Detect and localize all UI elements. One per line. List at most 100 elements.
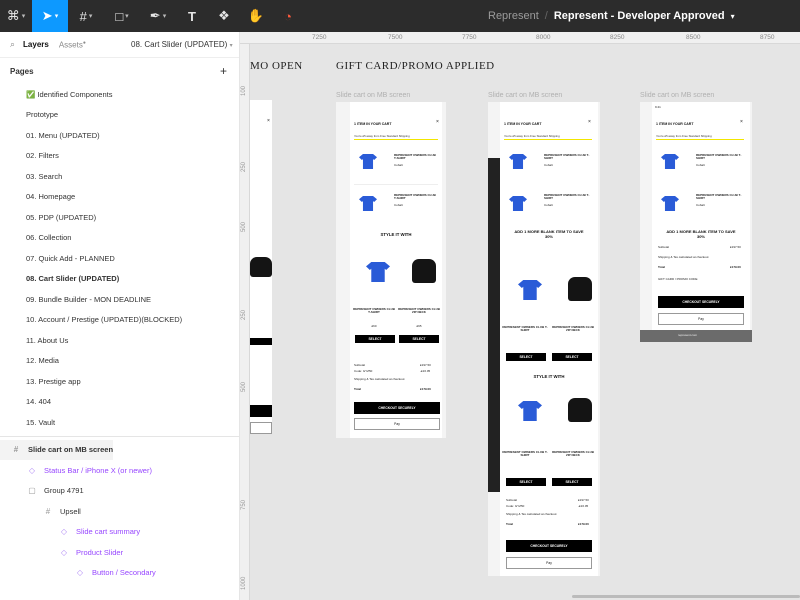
checkout-button[interactable]: CHECKOUT SECURELY: [658, 296, 744, 308]
layer-label: Group 4791: [44, 486, 84, 496]
page-item[interactable]: 08. Cart Slider (UPDATED): [0, 269, 239, 290]
product-title: REPRESENT OWNERS CLUB T-SHIRT: [544, 193, 590, 201]
page-item[interactable]: 05. PDP (UPDATED): [0, 207, 239, 228]
layer-item[interactable]: # Upsell: [0, 501, 239, 522]
promo-code-label: Code: GYZ50: [354, 369, 373, 373]
project-name[interactable]: Represent: [488, 10, 539, 22]
checkout-button[interactable]: CHECKOUT SECURELY: [506, 540, 592, 552]
chevron-down-icon: ▾: [229, 43, 233, 49]
page-item[interactable]: 13. Prestige app: [0, 371, 239, 392]
page-item[interactable]: 01. Menu (UPDATED): [0, 125, 239, 146]
main-menu-icon[interactable]: ⌘ ▾: [0, 0, 32, 32]
product-image: [661, 196, 679, 211]
shipping-progress: [656, 139, 744, 140]
file-name[interactable]: Represent - Developer Approved: [554, 10, 725, 22]
layer-item[interactable]: ◇ Button / Secondary: [0, 563, 239, 584]
cart-panel: 9:41 1 ITEM IN YOUR CART × You're £5 awa…: [652, 102, 750, 342]
hand-tool-icon[interactable]: ✋: [240, 0, 272, 32]
total-label: Total: [658, 265, 665, 269]
ruler-tick-label: 250: [241, 161, 247, 172]
horizontal-scrollbar[interactable]: [572, 595, 800, 598]
product-image: [509, 196, 527, 211]
chevron-down-icon[interactable]: ▾: [731, 12, 735, 21]
layer-label: Status Bar / iPhone X (or newer): [44, 465, 152, 475]
pen-tool-icon[interactable]: ✒ ▾: [140, 0, 176, 32]
select-button[interactable]: SELECT: [506, 353, 546, 361]
layer-item[interactable]: ▢ Group 4791: [0, 481, 239, 502]
frame-icon: #: [13, 445, 19, 455]
page-item[interactable]: 09. Bundle Builder - MON DEADLINE: [0, 289, 239, 310]
ruler-tick-label: 100: [241, 85, 247, 96]
style-it-with-heading: STYLE IT WITH: [533, 374, 565, 379]
status-bar-time: 9:41: [655, 105, 661, 109]
page-item[interactable]: Prototype: [0, 105, 239, 126]
canvas[interactable]: MO OPEN GIFT CARD/PROMO APPLIED × Slide …: [250, 44, 800, 600]
tab-assets-label: Assets: [58, 40, 83, 50]
select-button[interactable]: SELECT: [506, 478, 546, 486]
apple-pay-button[interactable]: Pay: [658, 313, 744, 325]
recommended-product-title: REPRESENT OWNERS CLUB T-SHIRT: [502, 325, 548, 333]
layer-label: Slide cart summary: [76, 527, 141, 537]
checkout-button[interactable]: [250, 405, 272, 417]
artboard-partial[interactable]: ×: [250, 100, 272, 434]
product-title: REPRESENT OWNERS CLUB T-SHIRT: [696, 153, 742, 161]
layer-item[interactable]: # Slide cart on MB screen: [0, 439, 114, 460]
artboard-cart-b[interactable]: 1 ITEM IN YOUR CART × You're £5 away fro…: [488, 102, 600, 576]
recommended-product-image: [518, 280, 542, 300]
layer-item[interactable]: ◇ Product Slider: [0, 542, 239, 563]
search-icon[interactable]: ⌕: [10, 39, 15, 50]
layer-item[interactable]: ◇ Slide cart summary: [0, 522, 239, 543]
page-item[interactable]: 15. Vault: [0, 412, 239, 433]
move-tool-icon[interactable]: ➤ ▾: [32, 0, 68, 32]
total-label: Total: [506, 522, 513, 526]
apple-pay-button[interactable]: Pay: [506, 557, 592, 569]
close-icon[interactable]: ×: [588, 119, 591, 125]
select-button[interactable]: SELECT: [399, 335, 439, 343]
page-item[interactable]: 12. Media: [0, 351, 239, 372]
page-item[interactable]: 07. Quick Add - PLANNED: [0, 248, 239, 269]
select-button[interactable]: SELECT: [552, 478, 592, 486]
vertical-ruler: 100 250 500 250 500 750 1000: [240, 44, 250, 600]
artboard-cart-a[interactable]: 1 ITEM IN YOUR CART × You're £5 away fro…: [336, 102, 446, 438]
subtotal-value: £197.50: [578, 498, 589, 502]
apple-pay-button[interactable]: [250, 422, 272, 434]
total-value: £179.00: [420, 387, 431, 391]
divider: [0, 435, 239, 437]
tab-assets[interactable]: Assets●: [59, 40, 86, 50]
component-instance-icon: ◇: [60, 527, 68, 537]
page-item[interactable]: 14. 404: [0, 392, 239, 413]
components-icon[interactable]: ❖: [208, 0, 240, 32]
layer-label: Button / Secondary: [92, 568, 156, 578]
artboard-cart-c[interactable]: 9:41 1 ITEM IN YOUR CART × You're £5 awa…: [640, 102, 752, 342]
gift-card-toggle[interactable]: GIFT CARD / PROMO CODE: [658, 277, 697, 281]
cart-header: 1 ITEM IN YOUR CART: [656, 122, 694, 126]
shape-tool-icon[interactable]: □ ▾: [104, 0, 140, 32]
close-icon[interactable]: ×: [740, 119, 743, 125]
comment-tool-icon[interactable]: ◔: [272, 0, 304, 32]
frame-tool-icon[interactable]: # ▾: [68, 0, 104, 32]
layer-item[interactable]: ◇ Status Bar / iPhone X (or newer): [0, 460, 239, 481]
page-item[interactable]: 06. Collection: [0, 228, 239, 249]
shipping-note: Shipping & Tax calculated at checkout: [658, 255, 709, 259]
current-page-selector[interactable]: 08. Cart Slider (UPDATED) ▾: [131, 40, 233, 49]
apple-pay-button[interactable]: Pay: [354, 418, 440, 430]
select-button[interactable]: SELECT: [355, 335, 395, 343]
add-page-icon[interactable]: +: [220, 64, 227, 78]
page-item[interactable]: ✅ Identified Components: [0, 84, 239, 105]
checkout-button[interactable]: CHECKOUT SECURELY: [354, 402, 440, 414]
close-icon[interactable]: ×: [436, 119, 439, 125]
text-tool-icon[interactable]: T: [176, 0, 208, 32]
shipping-note: Shipping & Tax calculated at checkout: [506, 512, 557, 516]
recommended-product-title: REPRESENT OWNERS CLUB ZIP NECK: [552, 450, 594, 458]
tab-layers[interactable]: Layers: [23, 40, 49, 49]
ruler-tick-label: 8000: [536, 34, 551, 41]
product-title: REPRESENT OWNERS CLUB T-SHIRT: [394, 153, 436, 161]
ruler-tick-label: 1000: [241, 576, 247, 590]
page-item[interactable]: 03. Search: [0, 166, 239, 187]
select-button[interactable]: [250, 338, 272, 345]
page-item[interactable]: 11. About Us: [0, 330, 239, 351]
page-item[interactable]: 10. Account / Prestige (UPDATED)(BLOCKED…: [0, 310, 239, 331]
page-item[interactable]: 02. Filters: [0, 146, 239, 167]
page-item[interactable]: 04. Homepage: [0, 187, 239, 208]
select-button[interactable]: SELECT: [552, 353, 592, 361]
